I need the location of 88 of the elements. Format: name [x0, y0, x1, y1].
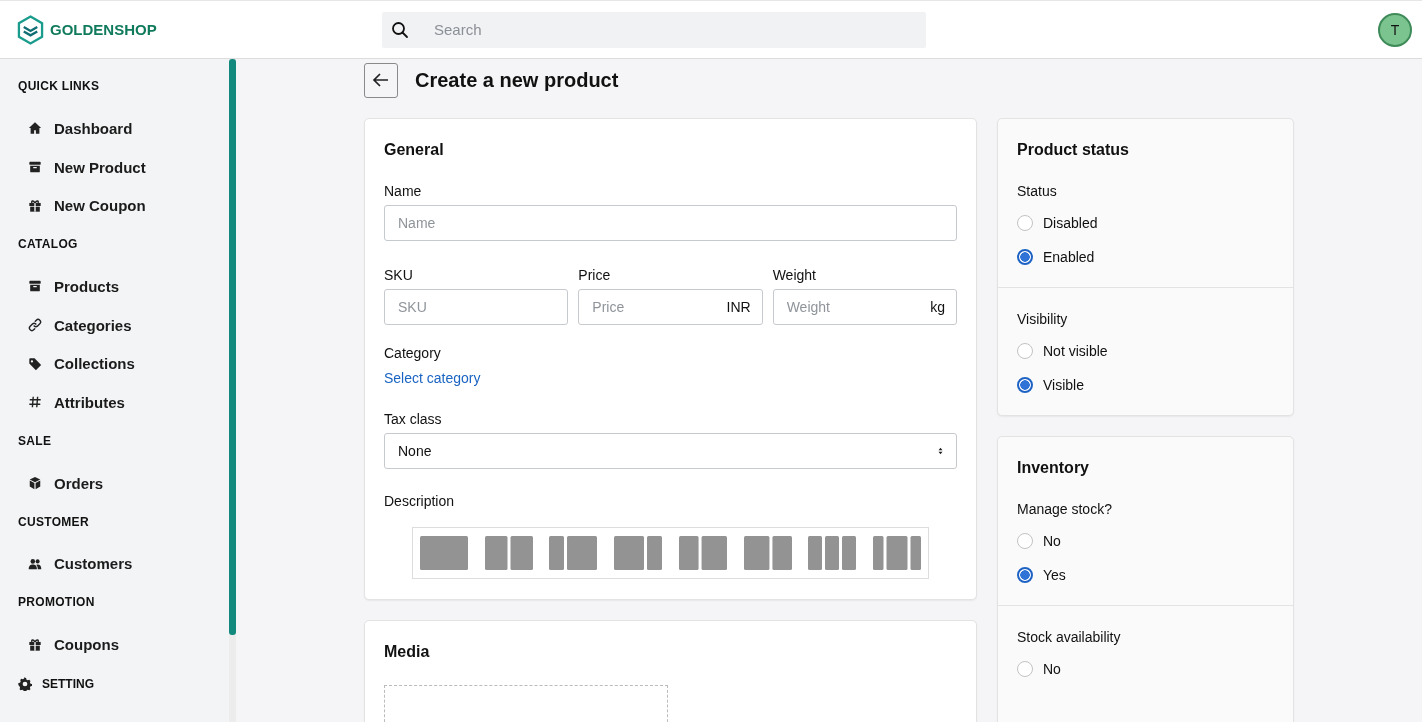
- cube-icon: [28, 476, 42, 491]
- nav-item[interactable]: Orders: [18, 463, 229, 503]
- tag-icon: [28, 356, 42, 371]
- nav-item[interactable]: Attributes: [18, 383, 229, 422]
- column-layout-icon[interactable]: [678, 536, 727, 570]
- radio-button[interactable]: [1017, 377, 1033, 393]
- field-label: Stock availability: [1017, 629, 1122, 645]
- nav-label: Coupons: [54, 636, 119, 654]
- brand-name: GOLDENSHOP: [50, 21, 157, 38]
- radio-label: Enabled: [1043, 249, 1095, 265]
- card-title: Inventory: [1016, 459, 1090, 477]
- column-layout-icon[interactable]: [808, 536, 857, 570]
- field-label: Tax class: [384, 411, 443, 427]
- column-layout-icon[interactable]: [484, 536, 533, 570]
- field-label: Visibility: [1017, 311, 1069, 327]
- nav-item[interactable]: Products: [18, 267, 229, 306]
- section-title: PROMOTION: [18, 595, 96, 612]
- nav-label: Categories: [54, 316, 132, 334]
- radio-label: Visible: [1043, 377, 1084, 393]
- field-label: SKU: [384, 267, 414, 283]
- column-layout-icon[interactable]: [872, 536, 921, 570]
- card-title: Media: [384, 643, 431, 661]
- radio-button[interactable]: [1017, 249, 1033, 265]
- radio-label: Disabled: [1043, 215, 1098, 231]
- section-title: QUICK LINKS: [18, 79, 101, 95]
- field-label: Status: [1017, 183, 1058, 199]
- radio-label: No: [1043, 533, 1061, 549]
- field-label: Price: [578, 267, 612, 283]
- nav-label: Collections: [54, 355, 135, 373]
- radio-label: No: [1043, 661, 1061, 677]
- radio-button[interactable]: [1017, 343, 1033, 359]
- field-label: Description: [384, 493, 456, 509]
- section-title: CATALOG: [18, 237, 79, 254]
- column-layout-icon[interactable]: [743, 536, 792, 570]
- radio-button[interactable]: [1017, 215, 1033, 231]
- hash-icon: [28, 395, 42, 410]
- section-title: SALE: [18, 433, 53, 450]
- gift-icon: [28, 198, 42, 213]
- user-avatar[interactable]: T: [1378, 12, 1412, 47]
- back-button[interactable]: [364, 62, 398, 98]
- nav-label: New Coupon: [54, 197, 146, 215]
- home-icon: [28, 121, 42, 136]
- back-arrow-icon: [372, 71, 390, 89]
- gift-icon: [28, 637, 42, 652]
- card-title: General: [384, 141, 445, 159]
- radio-button[interactable]: [1017, 567, 1033, 583]
- section-title: CUSTOMER: [18, 514, 90, 531]
- nav-label: Attributes: [54, 393, 125, 411]
- nav-item[interactable]: Customers: [18, 544, 229, 584]
- scrollbar[interactable]: [229, 59, 236, 722]
- nav-item[interactable]: Dashboard: [18, 109, 229, 148]
- nav-item[interactable]: New Coupon: [18, 186, 229, 226]
- nav-label: Dashboard: [54, 119, 133, 137]
- search-field[interactable]: Search: [382, 11, 926, 48]
- nav-label: New Product: [54, 158, 146, 176]
- radio-button[interactable]: [1017, 533, 1033, 549]
- nav-item[interactable]: Collections: [18, 344, 229, 384]
- settings-icon: [18, 677, 32, 691]
- page-title: Create a new product: [415, 68, 619, 92]
- archive-icon: [28, 279, 42, 294]
- radio-button[interactable]: [1017, 661, 1033, 677]
- field-label: Name: [384, 183, 423, 199]
- unit-suffix: kg: [930, 299, 945, 315]
- nav-label: Orders: [54, 474, 104, 492]
- nav-item[interactable]: Categories: [18, 305, 229, 345]
- name-field[interactable]: Name: [384, 205, 957, 241]
- select-category-link[interactable]: Select category: [384, 370, 481, 386]
- field-label: Category: [384, 345, 442, 361]
- archive-icon: [28, 160, 42, 175]
- currency-suffix: INR: [726, 299, 751, 315]
- radio-label: Yes: [1043, 567, 1066, 583]
- link-icon: [28, 318, 42, 333]
- column-layout-icon[interactable]: [614, 536, 663, 570]
- sort-caret-icon: [938, 447, 943, 455]
- tax-class-select[interactable]: None: [384, 433, 957, 469]
- card-title: Product status: [1016, 141, 1130, 159]
- logo-icon: [17, 14, 44, 45]
- users-icon: [28, 556, 42, 571]
- radio-label: Not visible: [1043, 343, 1108, 359]
- nav-label: Customers: [54, 555, 133, 573]
- column-layout-icon[interactable]: [549, 536, 598, 570]
- nav-label: Products: [54, 277, 119, 295]
- nav-item[interactable]: Coupons: [18, 625, 229, 664]
- field-label: Manage stock?: [1017, 501, 1113, 517]
- search-icon: [391, 20, 409, 39]
- nav-item[interactable]: New Product: [18, 147, 229, 187]
- sku-field[interactable]: SKU: [384, 289, 569, 325]
- field-label: Weight: [772, 267, 817, 283]
